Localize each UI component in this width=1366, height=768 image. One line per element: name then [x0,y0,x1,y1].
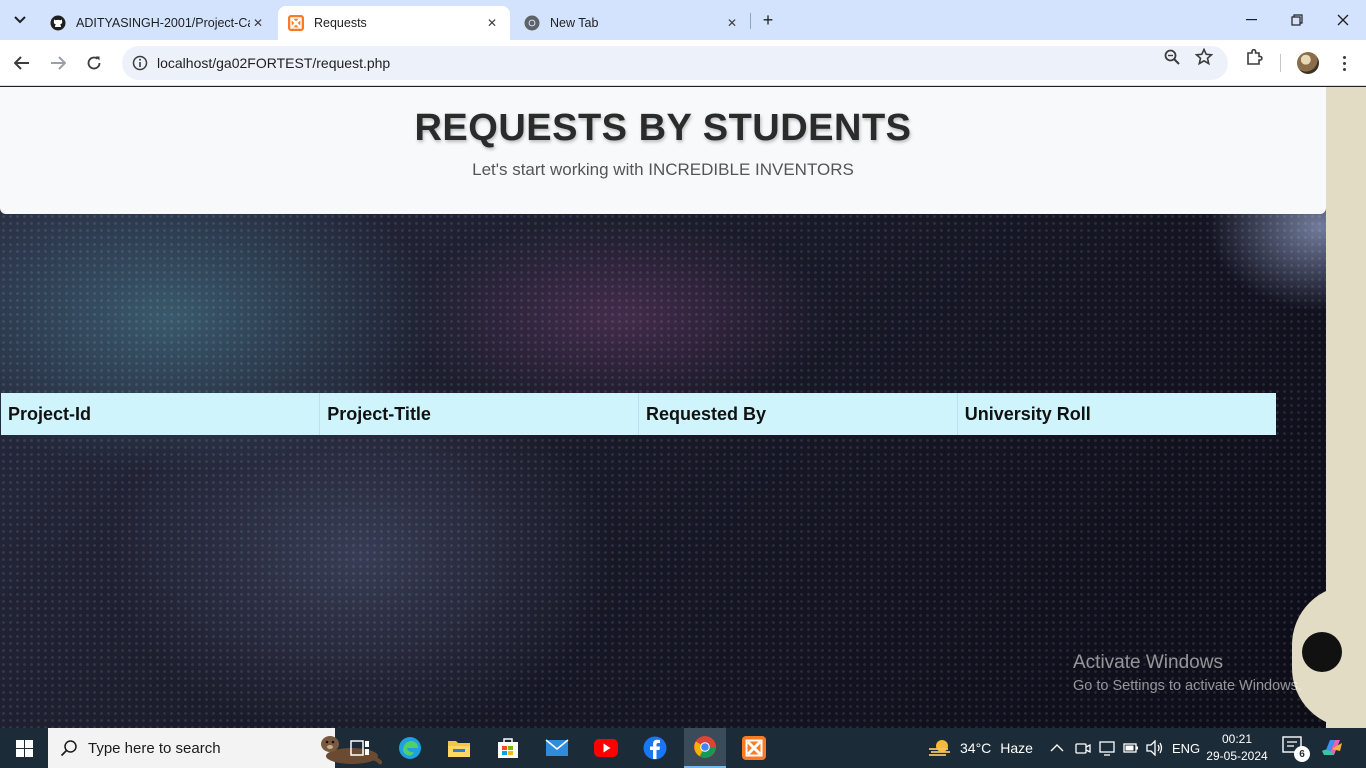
close-window-button[interactable] [1320,0,1366,40]
tab-github[interactable]: ADITYASINGH-2001/Project-Ca ✕ [40,6,276,40]
watermark-subtitle: Go to Settings to activate Windows. [1073,678,1302,694]
reload-icon [87,56,101,70]
task-view-button[interactable] [339,728,381,768]
task-view-icon [350,740,369,756]
extensions-icon[interactable] [1244,47,1264,67]
xampp-icon [288,15,304,31]
page-viewport: REQUESTS BY STUDENTS Let's start working… [0,87,1366,728]
chevron-down-icon [14,16,26,24]
weather-widget[interactable]: 34°C Haze [928,728,1033,768]
language-label: ENG [1172,740,1201,756]
show-hidden-icons-button[interactable] [1050,728,1064,768]
weather-condition: Haze [1000,740,1033,756]
arrow-left-icon [14,56,29,70]
back-button[interactable] [8,49,36,77]
battery-icon [1123,743,1138,753]
tray-meet-now[interactable] [1075,728,1091,768]
profile-avatar[interactable] [1297,52,1319,74]
facebook-icon [643,736,667,760]
mail-icon [545,739,569,756]
clock-time: 00:21 [1221,732,1253,746]
speaker-icon [1146,740,1163,756]
page-header: REQUESTS BY STUDENTS Let's start working… [0,87,1326,214]
column-header-university-roll: University Roll [964,403,1091,424]
close-icon [1337,14,1349,26]
requests-table: Project-Id Project-Title Requested By Un… [1,393,1276,435]
youtube-icon [594,739,618,757]
windows-taskbar: Type here to search 34°C Haze ENG 00:21 … [0,728,1366,768]
chrome-menu-button[interactable] [1334,52,1354,74]
tab-new-tab[interactable]: New Tab ✕ [514,6,750,40]
taskbar-edge[interactable] [389,728,431,768]
taskbar-search-box[interactable]: Type here to search [48,728,382,768]
restore-icon [1291,14,1303,26]
bookmark-star-icon[interactable] [1194,47,1214,67]
minimize-button[interactable] [1228,0,1274,40]
taskbar-chrome[interactable] [684,728,726,768]
page-title: REQUESTS BY STUDENTS [414,107,912,149]
xampp-icon [742,736,766,760]
tab-title: New Tab [550,16,599,30]
search-icon [60,739,78,757]
column-header-requested-by: Requested By [638,393,958,435]
taskbar-clock[interactable]: 00:21 29-05-2024 [1206,731,1268,765]
watermark-title: Activate Windows [1073,652,1223,673]
windows-logo-icon [15,739,33,757]
tab-title: ADITYASINGH-2001/Project-Ca [76,16,250,30]
start-button[interactable] [4,728,44,768]
activate-windows-watermark: Activate Windows Go to Settings to activ… [1073,652,1302,694]
close-icon[interactable]: ✕ [250,15,266,31]
page-subtitle: Let's start working with INCREDIBLE INVE… [472,160,854,179]
display-icon [1099,741,1115,756]
tray-display[interactable] [1099,728,1115,768]
chevron-up-icon [1050,744,1064,752]
store-icon [498,738,518,758]
search-placeholder: Type here to search [88,739,221,757]
table-header-row: Project-Id Project-Title Requested By Un… [1,393,1276,435]
notification-count-badge: 6 [1294,746,1310,762]
column-header-project-id: Project-Id [1,393,321,435]
tab-requests[interactable]: Requests ✕ [278,6,510,40]
tray-volume[interactable] [1146,728,1164,768]
forward-button[interactable] [44,49,72,77]
chrome-icon [694,736,716,758]
url-text: localhost/ga02FORTEST/request.php [157,55,391,71]
toolbar-separator [1280,54,1281,72]
github-icon [50,15,66,31]
reload-button[interactable] [80,49,108,77]
chrome-icon [524,15,540,31]
clock-date: 29-05-2024 [1206,749,1268,763]
column-header-project-title: Project-Title [319,393,639,435]
tray-language[interactable]: ENG [1172,728,1200,768]
zoom-icon[interactable] [1162,47,1182,67]
taskbar-mail[interactable] [536,728,578,768]
taskbar-facebook[interactable] [634,728,676,768]
taskbar-youtube[interactable] [585,728,627,768]
close-icon[interactable]: ✕ [724,15,740,31]
tab-search-button[interactable] [8,8,32,32]
taskbar-file-explorer[interactable] [438,728,480,768]
folder-icon [448,741,470,757]
tab-title: Requests [314,16,367,30]
arrow-right-icon [51,56,66,70]
minimize-icon [1245,19,1257,21]
new-tab-button[interactable]: + [758,10,778,30]
edge-icon [399,737,421,759]
camera-icon [1075,743,1091,754]
restore-button[interactable] [1274,0,1320,40]
haze-sun-icon [929,740,950,756]
weather-temperature: 34°C [960,740,992,756]
browser-toolbar: localhost/ga02FORTEST/request.php [0,40,1366,86]
tray-battery[interactable] [1123,728,1139,768]
site-info-icon[interactable] [130,53,150,73]
taskbar-microsoft-store[interactable] [487,728,529,768]
address-bar[interactable]: localhost/ga02FORTEST/request.php [122,46,1228,80]
taskbar-xampp[interactable] [733,728,775,768]
copilot-button[interactable] [1320,728,1344,768]
close-icon[interactable]: ✕ [484,15,500,31]
tab-separator [750,13,751,29]
floating-chat-button[interactable] [1302,632,1342,672]
browser-tab-strip: ADITYASINGH-2001/Project-Ca ✕ Requests ✕… [0,0,1366,40]
copilot-icon [1322,740,1342,755]
